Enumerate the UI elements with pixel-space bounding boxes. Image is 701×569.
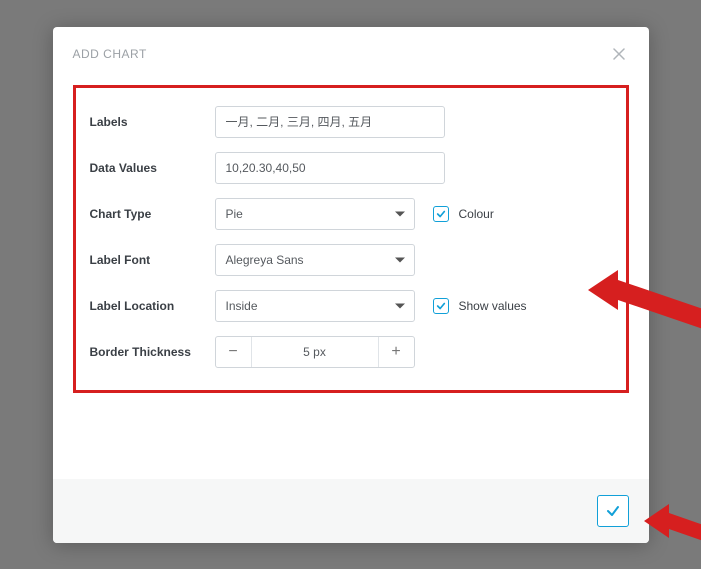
modal-header: ADD CHART xyxy=(53,27,649,77)
show-values-checkbox[interactable] xyxy=(433,298,449,314)
modal-body: Labels Data Values Chart Type Pie Colour xyxy=(53,77,649,479)
annotation-arrow-icon xyxy=(644,498,701,558)
data-values-row: Data Values xyxy=(90,152,612,184)
show-values-option: Show values xyxy=(433,298,527,314)
label-location-select[interactable]: Inside xyxy=(215,290,415,322)
colour-checkbox[interactable] xyxy=(433,206,449,222)
annotated-region: Labels Data Values Chart Type Pie Colour xyxy=(73,85,629,393)
border-thickness-stepper: − 5 px + xyxy=(215,336,415,368)
stepper-increment[interactable]: + xyxy=(378,337,414,367)
data-values-input[interactable] xyxy=(215,152,445,184)
label-font-value: Alegreya Sans xyxy=(226,253,304,267)
label-location-label: Label Location xyxy=(90,299,215,313)
chart-type-value: Pie xyxy=(226,207,243,221)
stepper-decrement[interactable]: − xyxy=(216,337,252,367)
confirm-button[interactable] xyxy=(597,495,629,527)
add-chart-modal: ADD CHART Labels Data Values Chart Type … xyxy=(53,27,649,543)
label-location-row: Label Location Inside Show values xyxy=(90,290,612,322)
colour-label: Colour xyxy=(459,207,494,221)
chart-type-row: Chart Type Pie Colour xyxy=(90,198,612,230)
border-thickness-row: Border Thickness − 5 px + xyxy=(90,336,612,368)
colour-option: Colour xyxy=(433,206,494,222)
labels-row: Labels xyxy=(90,106,612,138)
label-font-row: Label Font Alegreya Sans xyxy=(90,244,612,276)
label-font-label: Label Font xyxy=(90,253,215,267)
modal-title: ADD CHART xyxy=(73,47,147,61)
data-values-label: Data Values xyxy=(90,161,215,175)
close-icon[interactable] xyxy=(609,43,629,65)
labels-input[interactable] xyxy=(215,106,445,138)
labels-label: Labels xyxy=(90,115,215,129)
show-values-label: Show values xyxy=(459,299,527,313)
label-location-value: Inside xyxy=(226,299,258,313)
border-thickness-label: Border Thickness xyxy=(90,345,215,359)
modal-footer xyxy=(53,479,649,543)
chart-type-select[interactable]: Pie xyxy=(215,198,415,230)
border-thickness-value: 5 px xyxy=(252,337,378,367)
label-font-select[interactable]: Alegreya Sans xyxy=(215,244,415,276)
chart-type-label: Chart Type xyxy=(90,207,215,221)
